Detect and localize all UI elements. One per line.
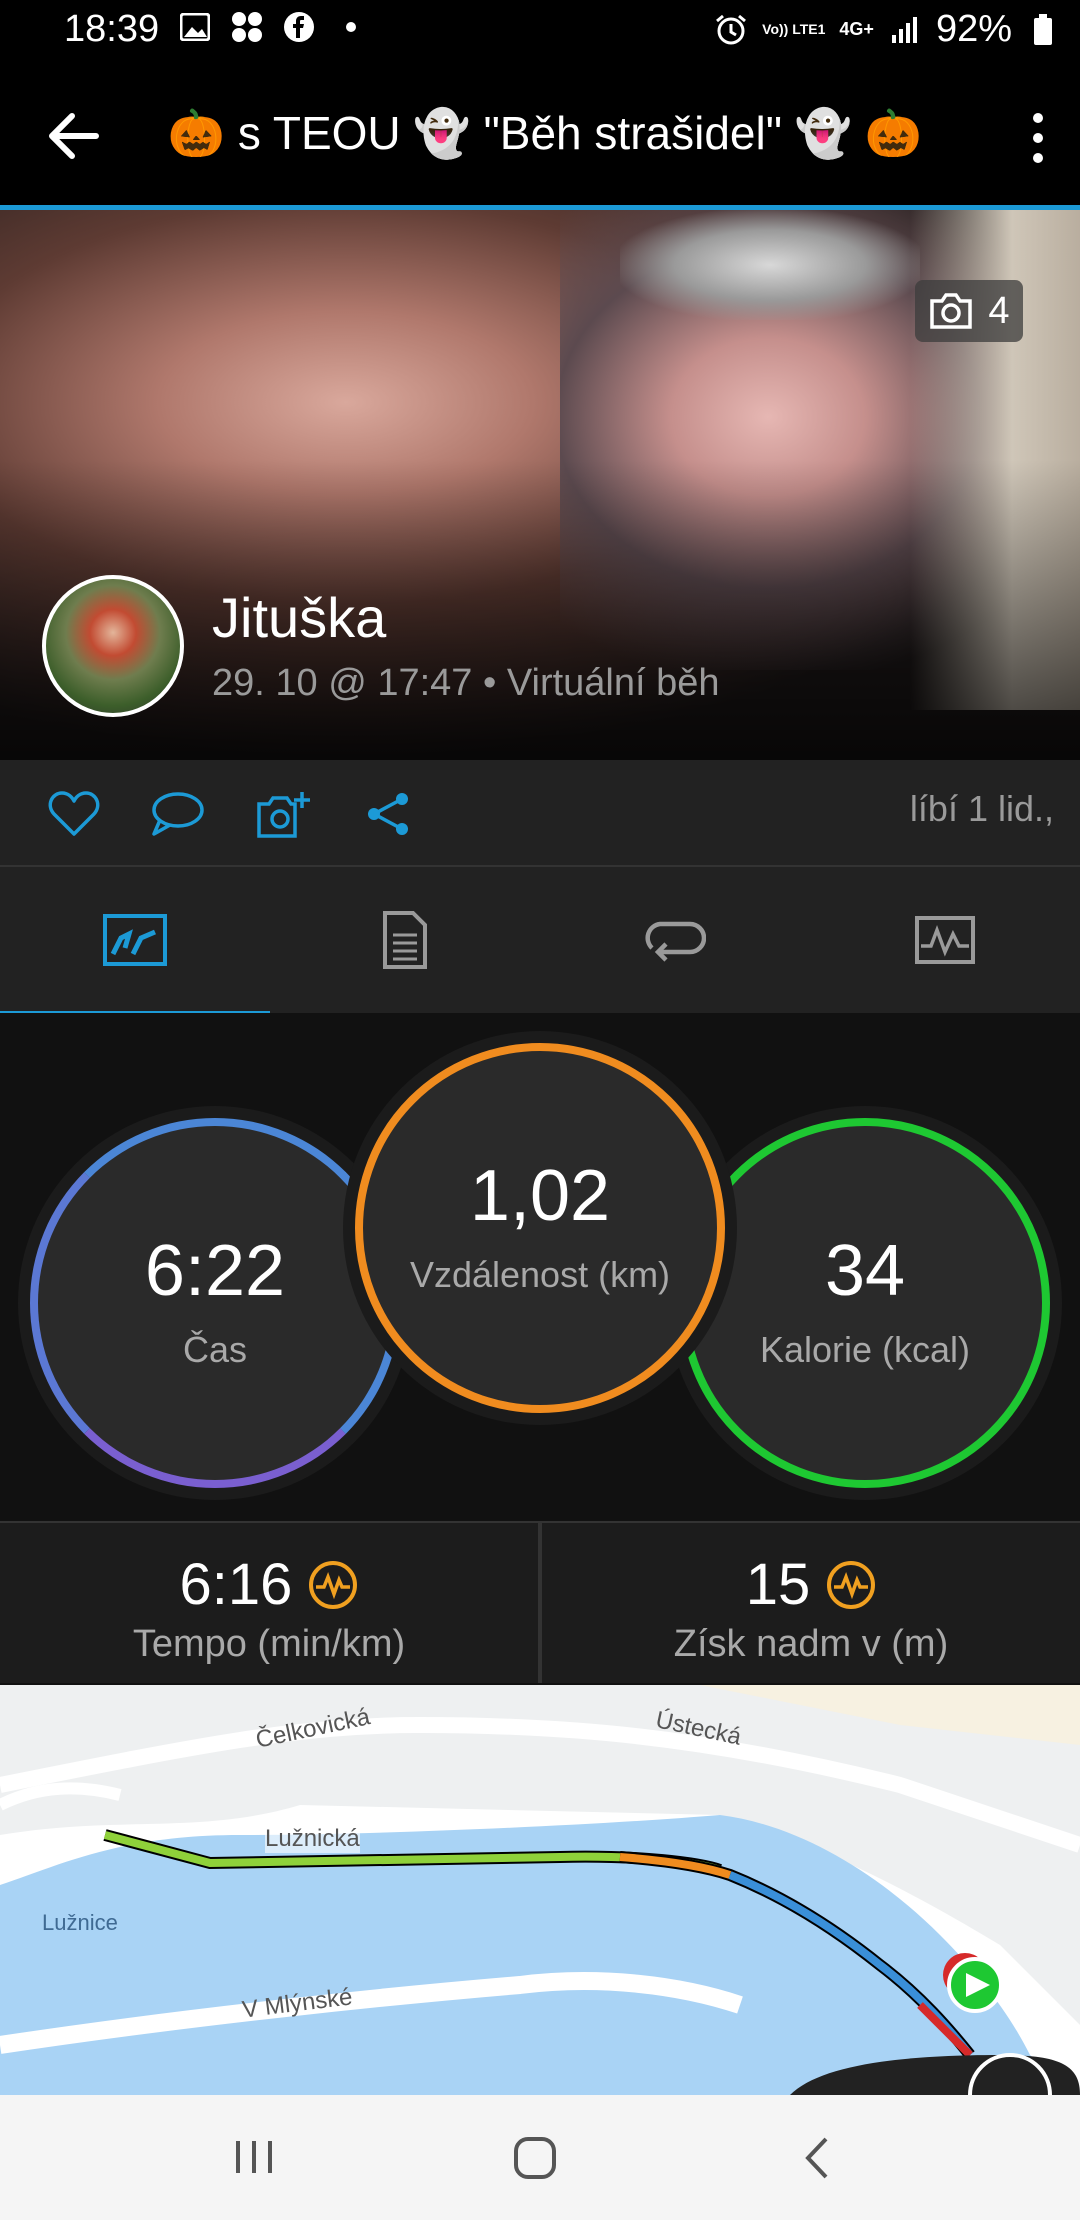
activity-subtitle: 29. 10 @ 17:47 • Virtuální běh [212, 662, 720, 704]
tab-details[interactable] [270, 867, 540, 1013]
activity-tabs [0, 867, 1080, 1016]
activity-photo[interactable]: 4 Jituška 29. 10 @ 17:47 • Virtuální běh [0, 210, 1080, 760]
facebook-icon [282, 10, 316, 44]
system-nav-bar [0, 2095, 1080, 2220]
more-options-icon[interactable] [1026, 110, 1050, 166]
photo-count: 4 [988, 289, 1010, 332]
calories-value: 34 [824, 1231, 906, 1311]
user-name[interactable]: Jituška [212, 585, 386, 650]
camera-icon [930, 293, 973, 329]
pulse-icon [827, 1560, 876, 1609]
status-time: 18:39 [64, 8, 160, 50]
tab-overview[interactable] [0, 867, 270, 1016]
avatar[interactable] [42, 575, 184, 717]
stats-panel: 6:22 Čas 34 Kalorie (kcal) 1,02 Vzdáleno… [0, 1013, 1080, 1521]
time-value: 6:22 [144, 1231, 286, 1311]
volte-label: Vo)) LTE1 [762, 21, 826, 37]
route-map[interactable]: Čelkovická Ústecká Lužnická Lužnice V Ml… [0, 1685, 1080, 2095]
stats-icon [103, 914, 167, 966]
calories-label: Kalorie (kcal) [759, 1329, 971, 1370]
likes-count[interactable]: líbí 1 lid., [910, 788, 1054, 830]
photo-count-badge[interactable]: 4 [915, 280, 1023, 342]
pace-metric[interactable]: 6:16 Tempo (min/km) [0, 1523, 538, 1683]
pace-label: Tempo (min/km) [132, 1623, 406, 1665]
home-icon[interactable] [512, 2135, 558, 2186]
back-arrow-icon[interactable] [44, 108, 104, 164]
distance-label: Vzdálenost (km) [409, 1254, 671, 1295]
battery-percent: 92% [935, 8, 1012, 50]
document-icon [383, 911, 427, 969]
elevation-metric[interactable]: 15 Získ nadm v (m) [542, 1523, 1080, 1683]
apps-icon [230, 10, 264, 44]
loop-icon [645, 921, 706, 962]
activity-title: 🎃 s TEOU 👻 "Běh strašidel" 👻 🎃 [167, 107, 923, 159]
recent-apps-icon[interactable] [232, 2135, 276, 2184]
add-photo-icon[interactable] [256, 790, 310, 838]
distance-ring[interactable]: 1,02 Vzdálenost (km) [355, 1043, 725, 1413]
calories-ring[interactable]: 34 Kalorie (kcal) [680, 1118, 1050, 1488]
map-canvas [0, 1685, 1080, 2095]
dot-icon [334, 10, 368, 44]
pulse-icon [309, 1560, 358, 1609]
street-label: Lužnická [265, 1825, 360, 1853]
battery-icon [1026, 13, 1060, 47]
share-icon[interactable] [364, 790, 416, 838]
elevation-label: Získ nadm v (m) [673, 1623, 949, 1665]
gallery-icon [178, 10, 212, 44]
network-label: 4G+ [839, 19, 874, 39]
river-label: Lužnice [42, 1910, 118, 1935]
tab-laps[interactable] [540, 867, 810, 1013]
time-label: Čas [182, 1329, 248, 1370]
chart-icon [915, 916, 975, 964]
elevation-value: 15 [745, 1552, 811, 1617]
signal-icon [888, 13, 922, 47]
secondary-metrics: 6:16 Tempo (min/km) 15 Získ nadm v (m) [0, 1521, 1080, 1683]
app-bar: 🎃 s TEOU 👻 "Běh strašidel" 👻 🎃 [0, 62, 1080, 210]
social-actions: líbí 1 lid., [0, 760, 1080, 867]
tab-charts[interactable] [810, 867, 1080, 1013]
pace-value: 6:16 [179, 1552, 293, 1617]
status-bar: 18:39 Vo)) LTE1 4G+ 92% [0, 0, 1080, 62]
heart-icon[interactable] [48, 790, 100, 838]
alarm-icon [714, 13, 748, 47]
time-ring[interactable]: 6:22 Čas [30, 1118, 400, 1488]
comment-icon[interactable] [150, 790, 204, 838]
back-icon[interactable] [800, 2135, 834, 2186]
distance-value: 1,02 [469, 1156, 611, 1236]
